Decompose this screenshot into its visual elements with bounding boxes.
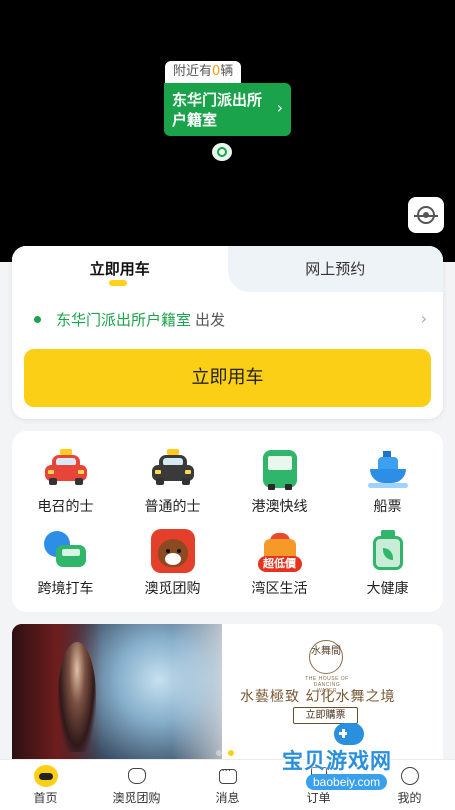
location-pin-icon bbox=[212, 143, 232, 161]
cross-border-icon bbox=[43, 529, 88, 573]
black-taxi-icon bbox=[151, 447, 195, 491]
services-grid: 电召的士 普通的士 港澳快线 船票 跨境打车 澳觅团购 超低價 湾区生活 大健康 bbox=[12, 431, 443, 612]
booking-card: 立即用车 网上预约 东华门派出所户籍室 出发 › 立即用车 bbox=[12, 246, 443, 419]
nearby-suffix: 辆 bbox=[220, 64, 234, 79]
service-label: 澳觅团购 bbox=[144, 581, 201, 597]
active-tab-indicator bbox=[109, 280, 127, 286]
promo-banner[interactable]: 水舞間 THE HOUSE OF DANCING WATER 水藝極致 幻化水舞… bbox=[12, 624, 443, 764]
tab-reserve-online[interactable]: 网上预约 bbox=[227, 246, 443, 292]
shopping-bag-icon: 超低價 bbox=[257, 529, 302, 573]
nav-label: 消息 bbox=[215, 791, 240, 805]
cat-icon bbox=[127, 768, 146, 784]
service-label: 电召的士 bbox=[37, 499, 94, 515]
nearby-cars-label: 附近有0辆 bbox=[165, 61, 242, 83]
service-bay-area-life[interactable]: 超低價 湾区生活 bbox=[226, 529, 333, 598]
gamepad-icon bbox=[334, 723, 364, 745]
carousel-dot[interactable] bbox=[216, 750, 222, 756]
discount-badge: 超低價 bbox=[257, 556, 302, 572]
booking-tabs: 立即用车 网上预约 bbox=[12, 246, 443, 292]
service-label: 船票 bbox=[373, 499, 402, 515]
nav-label: 首页 bbox=[33, 791, 58, 805]
watermark-url: baobeiy.com bbox=[306, 774, 388, 790]
carousel-dot-active[interactable] bbox=[228, 750, 234, 756]
service-ferry-ticket[interactable]: 船票 bbox=[334, 447, 441, 516]
bear-icon bbox=[150, 529, 195, 573]
service-group-buy[interactable]: 澳觅团购 bbox=[119, 529, 226, 598]
pickup-location-row[interactable]: 东华门派出所户籍室 出发 › bbox=[12, 298, 443, 340]
nav-messages[interactable]: 消息 bbox=[182, 760, 273, 810]
service-hk-macau-express[interactable]: 港澳快线 bbox=[226, 447, 333, 516]
book-now-button[interactable]: 立即用车 bbox=[24, 349, 431, 407]
service-label: 大健康 bbox=[366, 581, 409, 597]
pickup-location-card[interactable]: 东华门派出所户籍室 › bbox=[164, 83, 291, 136]
site-watermark: 宝贝游戏网 baobeiy.com bbox=[282, 723, 422, 793]
chevron-right-icon: › bbox=[420, 309, 427, 328]
service-cross-border-taxi[interactable]: 跨境打车 bbox=[12, 529, 119, 598]
depart-label: 出发 bbox=[195, 310, 226, 329]
buy-ticket-button[interactable]: 立即購票 bbox=[293, 707, 358, 724]
red-taxi-icon bbox=[44, 447, 88, 491]
ship-icon bbox=[366, 447, 410, 491]
chevron-right-icon: › bbox=[276, 98, 283, 117]
service-label: 普通的士 bbox=[144, 499, 201, 515]
watermark-title: 宝贝游戏网 bbox=[282, 749, 392, 773]
health-bottle-icon bbox=[366, 529, 410, 573]
message-icon bbox=[218, 766, 237, 784]
crosshair-icon bbox=[414, 206, 438, 224]
service-health[interactable]: 大健康 bbox=[334, 529, 441, 598]
nav-home[interactable]: 首页 bbox=[0, 760, 91, 810]
show-logo: 水舞間 bbox=[309, 640, 343, 674]
map-area[interactable]: 附近有0辆 东华门派出所户籍室 › bbox=[0, 0, 455, 262]
nav-label: 澳觅团购 bbox=[112, 791, 161, 805]
service-regular-taxi[interactable]: 普通的士 bbox=[119, 447, 226, 516]
bus-icon bbox=[258, 447, 302, 491]
locate-button[interactable] bbox=[408, 197, 444, 233]
pickup-card-text: 东华门派出所户籍室 bbox=[172, 91, 263, 129]
carousel-indicator bbox=[216, 750, 234, 756]
home-icon bbox=[33, 765, 58, 787]
nav-group-buy[interactable]: 澳觅团购 bbox=[91, 760, 182, 810]
banner-slogan: 水藝極致 幻化水舞之境 bbox=[240, 689, 396, 705]
service-taxi-call[interactable]: 电召的士 bbox=[12, 447, 119, 516]
pickup-location-text: 东华门派出所户籍室 bbox=[56, 310, 192, 329]
green-dot-icon bbox=[34, 315, 41, 323]
nearby-prefix: 附近有 bbox=[173, 64, 213, 79]
service-label: 湾区生活 bbox=[251, 581, 308, 597]
service-label: 港澳快线 bbox=[251, 499, 308, 515]
service-label: 跨境打车 bbox=[37, 581, 94, 597]
